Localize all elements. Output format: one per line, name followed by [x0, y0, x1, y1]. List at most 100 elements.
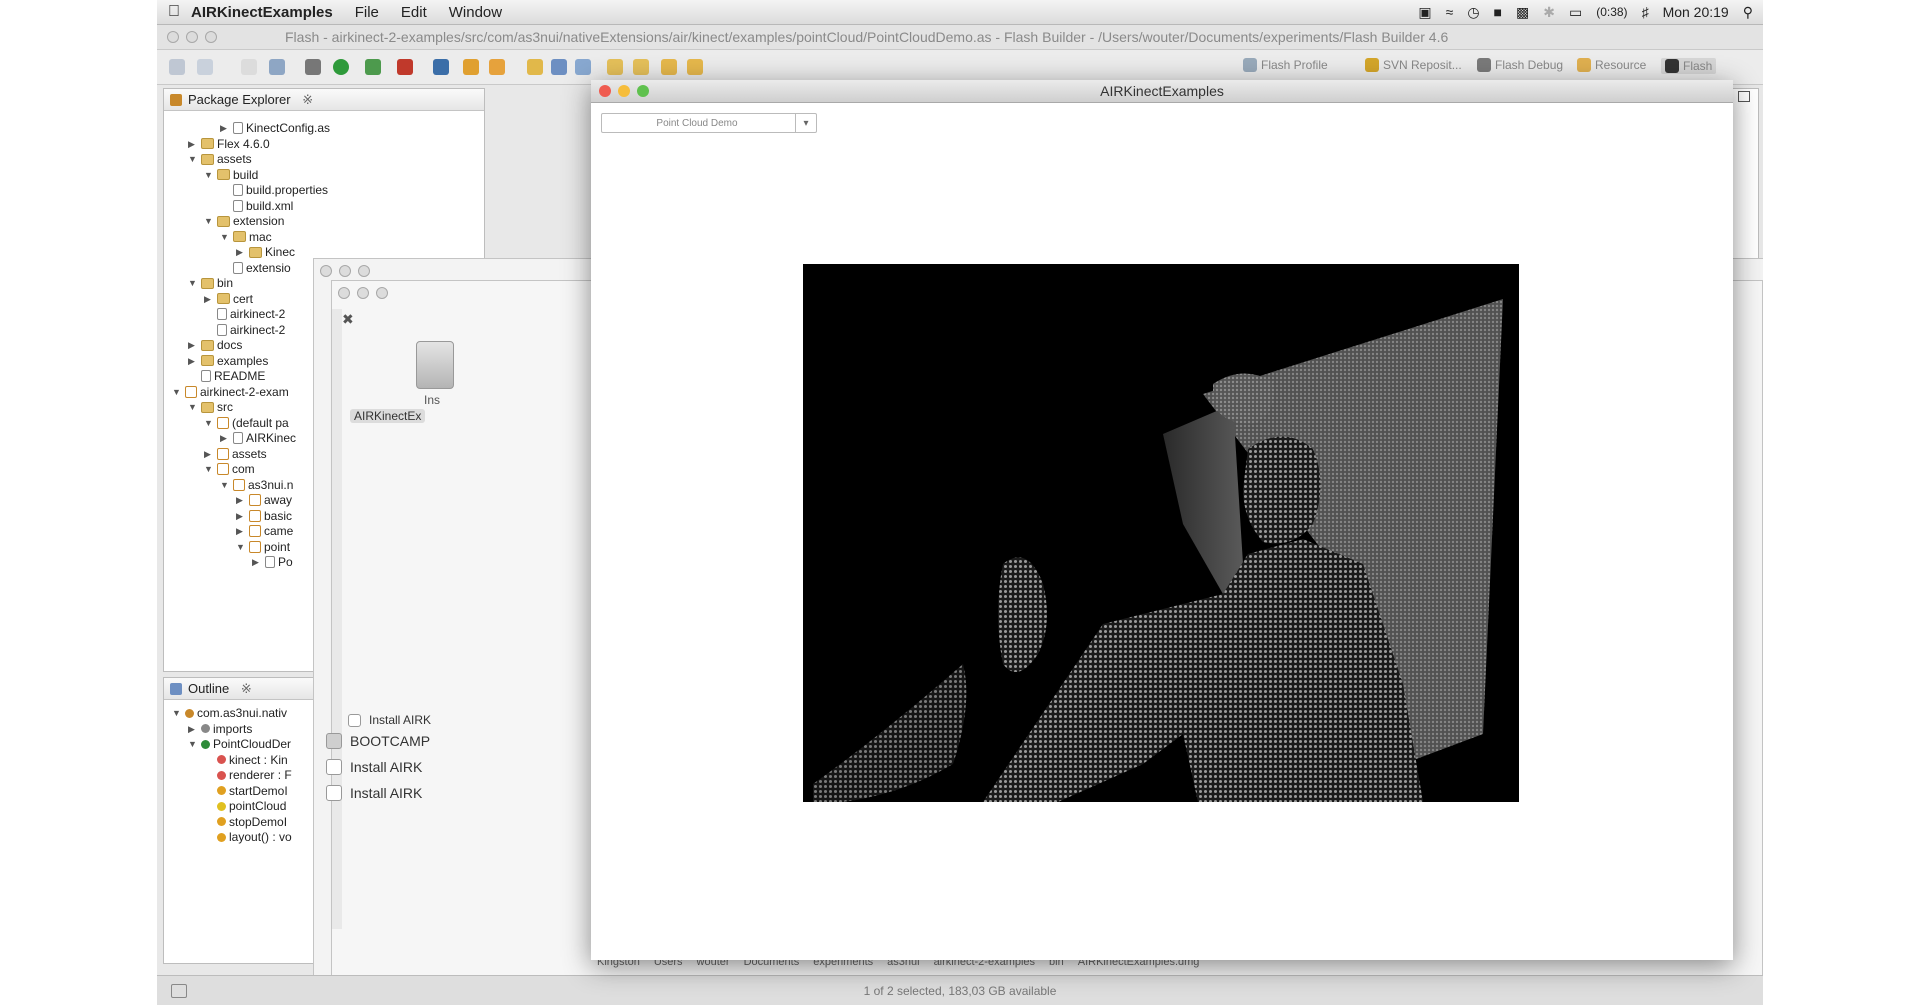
checkbox-item-label: Install AIRK [350, 759, 423, 775]
flash-builder-icon [1665, 59, 1679, 73]
mark-occurrences-icon[interactable] [527, 59, 543, 75]
checkbox-item[interactable]: Install AIRK [326, 759, 422, 775]
next-annotation-icon[interactable] [607, 59, 623, 75]
expanded-arrow-icon[interactable]: ▼ [172, 383, 182, 401]
pkg-icon [217, 447, 229, 460]
checkbox-box[interactable] [348, 713, 361, 727]
file-icon [233, 122, 243, 134]
expanded-arrow-icon[interactable]: ▼ [188, 150, 198, 168]
menubar-status-area: ▣ ≈ ◷ ■ ▩ ✱ ▭ (0:38) ♯ Mon 20:19 ⚲ [1418, 0, 1753, 24]
last-edit-icon[interactable] [661, 59, 677, 75]
maximize-panel-icon[interactable] [1738, 91, 1750, 102]
close-outline-tab-icon[interactable]: ※ [241, 681, 252, 696]
ide-close-button[interactable] [167, 31, 179, 43]
expanded-arrow-icon[interactable]: ▼ [220, 228, 230, 246]
air-close-button[interactable] [599, 85, 611, 97]
bluetooth-icon[interactable]: ✱ [1543, 4, 1555, 21]
display-icon[interactable]: ▩ [1516, 4, 1529, 21]
pkg-icon [185, 385, 197, 398]
expanded-arrow-icon[interactable]: ▼ [204, 166, 214, 184]
checkbox-box[interactable] [326, 733, 342, 749]
battery-icon[interactable]: ▭ [1569, 4, 1582, 21]
demo-select[interactable]: Point Cloud Demo ▾ [601, 113, 817, 133]
door-surface [1163, 404, 1243, 594]
checkbox-box[interactable] [326, 759, 342, 775]
ide-minimize-button[interactable] [186, 31, 198, 43]
outline-member-icon [217, 817, 226, 826]
external-tools-icon[interactable] [397, 59, 413, 75]
checkbox-item[interactable]: Install AIRK [326, 785, 422, 801]
demo-select-arrow-button[interactable]: ▾ [795, 114, 816, 132]
menubar-app-name[interactable]: AIRKinectExamples [191, 4, 333, 21]
finder-tool-icon[interactable]: ✖ [342, 311, 354, 328]
lock-icon[interactable]: ■ [1494, 4, 1502, 20]
left-object [998, 557, 1047, 672]
finder-back-close-button[interactable] [320, 265, 332, 277]
checkbox-item-label: Install AIRK [369, 713, 432, 727]
expanded-arrow-icon[interactable]: ▼ [204, 212, 214, 230]
expanded-arrow-icon[interactable]: ▼ [188, 274, 198, 292]
expanded-arrow-icon[interactable]: ▼ [236, 538, 246, 556]
close-tab-icon[interactable]: ※ [302, 92, 313, 107]
debug-icon[interactable] [305, 59, 321, 75]
tree-row[interactable]: ▶ Po [252, 553, 293, 571]
clock[interactable]: Mon 20:19 [1663, 4, 1729, 20]
checkbox-item[interactable]: Install AIRK [348, 713, 431, 727]
open-folder-icon[interactable] [463, 59, 479, 75]
tree-row[interactable]: layout() : vo [204, 828, 292, 846]
air-zoom-button[interactable] [637, 85, 649, 97]
open-type-icon[interactable] [433, 59, 449, 75]
menu-file[interactable]: File [355, 4, 379, 21]
run-icon[interactable] [333, 59, 349, 75]
edit-pencil-icon[interactable] [489, 59, 505, 75]
disk-image-label-line1: Ins [424, 393, 441, 407]
disk-image-icon[interactable] [416, 341, 454, 389]
perspective-flash-profile[interactable]: Flash Profile [1243, 58, 1328, 72]
package-explorer-tab[interactable]: Package Explorer ※ [164, 89, 484, 111]
pkg-icon [217, 463, 229, 475]
volume-icon[interactable]: ♯ [1642, 4, 1649, 20]
collapsed-arrow-icon[interactable]: ▶ [252, 553, 262, 571]
screen-record-icon[interactable]: ▣ [1418, 4, 1431, 21]
expanded-arrow-icon[interactable]: ▼ [188, 398, 198, 416]
back-icon[interactable] [687, 59, 703, 75]
apple-menu-icon[interactable]:  [157, 3, 191, 21]
save-icon[interactable] [241, 59, 257, 75]
air-minimize-button[interactable] [618, 85, 630, 97]
wifi-icon[interactable]: ≈ [1446, 4, 1454, 20]
air-window-controls [599, 85, 649, 97]
checkbox-box[interactable] [326, 785, 342, 801]
disk-image-label-line2[interactable]: AIRKinectEx [350, 409, 426, 423]
new-icon[interactable] [169, 59, 185, 75]
point-cloud-viewport[interactable] [803, 264, 1519, 802]
block-selection-icon[interactable] [551, 59, 567, 75]
expanded-arrow-icon[interactable]: ▼ [172, 704, 182, 722]
new-package-icon[interactable] [197, 59, 213, 75]
pkg-icon [249, 540, 261, 553]
ide-zoom-button[interactable] [205, 31, 217, 43]
expanded-arrow-icon[interactable]: ▼ [188, 735, 198, 753]
outline-member-icon [217, 770, 226, 780]
previous-annotation-icon[interactable] [633, 59, 649, 75]
menu-window[interactable]: Window [449, 4, 502, 21]
perspective-flash-debug[interactable]: Flash Debug [1477, 58, 1563, 72]
spotlight-search-icon[interactable]: ⚲ [1743, 4, 1753, 21]
finder-back-minimize-button[interactable] [339, 265, 351, 277]
menu-edit[interactable]: Edit [401, 4, 427, 21]
finder-minimize-button[interactable] [357, 287, 369, 299]
finder-zoom-button[interactable] [376, 287, 388, 299]
expanded-arrow-icon[interactable]: ▼ [204, 414, 214, 432]
time-machine-icon[interactable]: ◷ [1467, 4, 1479, 21]
checkbox-item[interactable]: BOOTCAMP [326, 733, 430, 749]
finder-close-button[interactable] [338, 287, 350, 299]
print-icon[interactable] [269, 59, 285, 75]
show-whitespace-icon[interactable] [575, 59, 591, 75]
folder-icon [217, 293, 230, 304]
finder-back-zoom-button[interactable] [358, 265, 370, 277]
expanded-arrow-icon[interactable]: ▼ [204, 460, 214, 478]
perspective-svn[interactable]: SVN Reposit... [1365, 58, 1462, 72]
perspective-resource[interactable]: Resource [1577, 58, 1646, 72]
perspective-flash[interactable]: Flash [1661, 58, 1717, 74]
expanded-arrow-icon[interactable]: ▼ [220, 476, 230, 494]
profile-icon[interactable] [365, 59, 381, 75]
